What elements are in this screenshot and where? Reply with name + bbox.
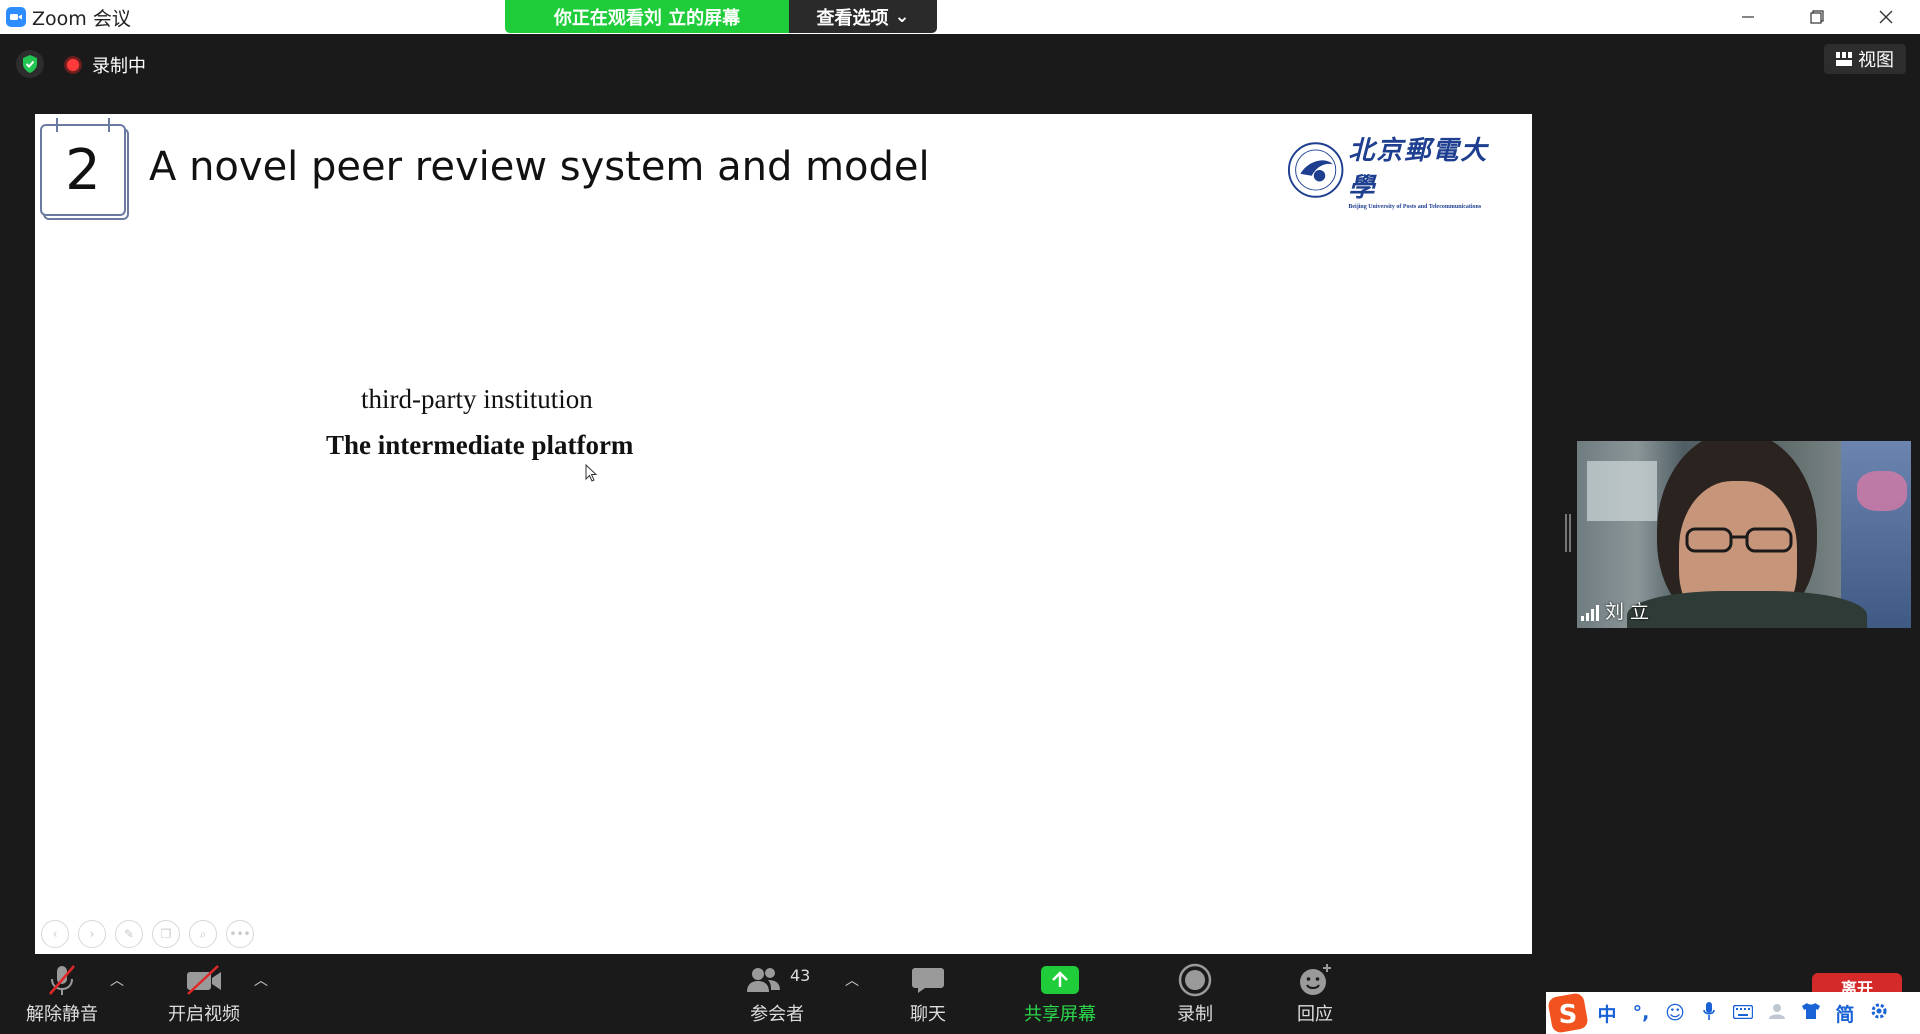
close-button[interactable] — [1851, 0, 1920, 34]
video-options-caret-icon[interactable]: ︿ — [254, 970, 268, 990]
slide-text-line-2: The intermediate platform — [326, 430, 634, 460]
chat-button[interactable]: 聊天 — [910, 960, 946, 1026]
participants-options-caret-icon[interactable]: ︿ — [845, 970, 859, 990]
recording-indicator[interactable]: 录制中 — [64, 52, 146, 78]
grid-icon — [1836, 52, 1852, 66]
slide-title: A novel peer review system and model — [149, 144, 930, 190]
reactions-button[interactable]: 回应 — [1297, 960, 1333, 1026]
view-options-label: 查看选项 — [816, 7, 889, 29]
view-button[interactable]: 视图 — [1824, 44, 1906, 74]
start-video-label: 开启视频 — [168, 1004, 240, 1025]
shared-screen[interactable]: 2 A novel peer review system and model 北… — [35, 114, 1532, 954]
participants-icon — [747, 968, 780, 992]
unmute-label: 解除静音 — [26, 1004, 98, 1025]
participants-label: 参会者 — [750, 1004, 805, 1025]
svg-text:S: S — [1559, 1000, 1578, 1030]
ime-skin-icon[interactable] — [1794, 1002, 1828, 1025]
record-icon — [1178, 960, 1212, 1000]
university-logo: 北京郵電大學 Beijing University of Posts and T… — [1287, 136, 1509, 210]
glasses — [1685, 527, 1793, 553]
title-bar: Zoom 会议 — [0, 0, 1920, 34]
share-screen-icon — [1041, 960, 1079, 1000]
next-icon[interactable]: › — [78, 920, 106, 948]
resize-handle[interactable] — [1565, 514, 1571, 552]
screen-share-banner: 你正在观看刘 立的屏幕 查看选项 ⌄ — [505, 0, 937, 33]
emoji-reaction-icon — [1297, 960, 1333, 1000]
ime-toolbar: S 中 °, ☺ 简 — [1546, 992, 1920, 1034]
video-off-icon — [184, 960, 224, 1000]
mouse-cursor-icon — [585, 464, 598, 482]
slide-number: 2 — [65, 137, 101, 203]
share-screen-button[interactable]: 共享屏幕 — [1024, 960, 1096, 1026]
participants-count: 43 — [790, 965, 811, 985]
ime-punctuation-toggle[interactable]: °, — [1624, 1002, 1658, 1024]
zoom-logo-icon — [6, 7, 26, 27]
ime-mode-toggle[interactable]: 中 — [1590, 1000, 1624, 1027]
meeting-info-bar: 录制中 视图 — [0, 34, 1920, 114]
share-screen-label: 共享屏幕 — [1024, 1004, 1096, 1025]
recording-dot-icon — [64, 56, 82, 74]
minimize-button[interactable] — [1713, 0, 1782, 34]
slide-number-frame: 2 — [40, 118, 126, 216]
record-label: 录制 — [1177, 1004, 1213, 1025]
copy-icon[interactable]: ❐ — [152, 920, 180, 948]
participant-name: 刘 立 — [1605, 601, 1650, 623]
annotation-toolbar: ‹ › ✎ ❐ ⌕ ••• — [41, 920, 254, 948]
logo-english-name: Beijing University of Posts and Telecomm… — [1348, 204, 1482, 210]
ime-user-icon[interactable] — [1760, 1002, 1794, 1025]
ime-emoji-icon[interactable]: ☺ — [1658, 1002, 1692, 1024]
pen-icon[interactable]: ✎ — [115, 920, 143, 948]
ime-settings-icon[interactable] — [1862, 1002, 1896, 1025]
audio-options-caret-icon[interactable]: ︿ — [110, 970, 124, 990]
logo-chinese-name: 北京郵電大學 — [1348, 136, 1489, 203]
ime-voice-icon[interactable] — [1692, 1001, 1726, 1026]
window-title: Zoom 会议 — [32, 7, 131, 30]
participants-button[interactable]: 43 参会者 — [744, 960, 810, 1026]
ime-keyboard-icon[interactable] — [1726, 1002, 1760, 1024]
chat-label: 聊天 — [910, 1004, 946, 1025]
recording-label: 录制中 — [92, 56, 146, 77]
participant-video[interactable]: 刘 立 — [1577, 441, 1911, 628]
viewing-screen-label: 你正在观看刘 立的屏幕 — [505, 0, 789, 33]
unmute-button[interactable]: 解除静音 — [26, 960, 98, 1026]
restore-button[interactable] — [1782, 0, 1851, 34]
view-options-button[interactable]: 查看选项 ⌄ — [789, 0, 937, 33]
start-video-button[interactable]: 开启视频 — [168, 960, 240, 1026]
muted-microphone-icon — [44, 960, 80, 1000]
ime-simplified-toggle[interactable]: 简 — [1828, 1000, 1862, 1027]
view-label: 视图 — [1858, 50, 1894, 71]
chat-icon — [911, 960, 945, 1000]
participant-name-tag: 刘 立 — [1581, 597, 1649, 624]
zoom-icon[interactable]: ⌕ — [189, 920, 217, 948]
signal-strength-icon — [1581, 605, 1599, 621]
more-icon[interactable]: ••• — [226, 920, 254, 948]
window-controls — [1713, 0, 1920, 34]
slide-text-line-1: third-party institution — [361, 384, 593, 414]
record-button[interactable]: 录制 — [1177, 960, 1213, 1026]
university-seal-icon — [1287, 142, 1344, 198]
security-shield-icon[interactable] — [16, 50, 44, 78]
sogou-logo-icon[interactable]: S — [1546, 992, 1590, 1034]
prev-icon[interactable]: ‹ — [41, 920, 69, 948]
reactions-label: 回应 — [1297, 1004, 1333, 1025]
chevron-down-icon: ⌄ — [894, 6, 910, 27]
